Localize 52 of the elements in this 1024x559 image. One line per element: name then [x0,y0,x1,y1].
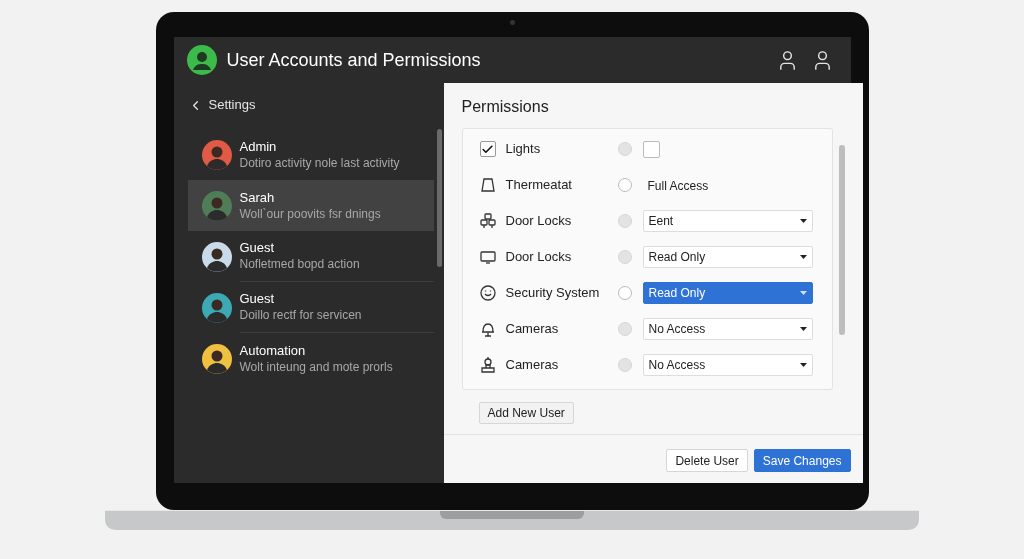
add-user-button[interactable]: Add New User [478,402,574,424]
permission-label: Door Locks [505,212,573,231]
scrollbar[interactable] [838,145,845,335]
permission-label: Cameras [505,320,560,339]
user-list-item[interactable]: Guest Doillo rectf for servicen [187,282,434,333]
access-text: Full Access [646,179,709,193]
caret-icon [799,291,807,295]
user-logo-icon [186,45,217,75]
user-list-item[interactable]: Sarah Woll`our poovits fsr dnings [187,180,434,231]
user-detail: Wolt inteung and mote prorls [239,358,394,375]
delete-button[interactable]: Delete User [666,449,748,472]
access-dropdown[interactable]: Read Only [642,282,813,304]
permission-label: Door Locks [505,248,573,267]
user-name: Guest [239,240,276,256]
permission-label: Thermeatat [505,176,573,195]
access-dropdown[interactable]: No Access [642,354,813,376]
access-dropdown[interactable]: Eent [642,210,813,232]
user-detail: Woll`our poovits fsr dnings [239,205,382,222]
radio-button[interactable] [617,286,632,300]
back-link[interactable]: Settings [187,95,256,115]
scrollbar[interactable] [436,129,442,267]
caret-icon [799,363,807,367]
window-title: User Accounts and Permissions [226,48,481,72]
permission-label: Cameras [505,356,560,375]
caret-icon [799,219,807,223]
user-name: Sarah [239,189,276,206]
user-detail: Nofletmed bopd action [239,256,361,272]
access-dropdown[interactable]: No Access [642,318,813,340]
user-name: Automation [239,342,307,359]
camera-icon [509,20,515,25]
user-list-item[interactable]: Guest Nofletmed bopd action [187,231,434,282]
checkbox[interactable] [479,141,496,157]
caret-icon [799,255,807,259]
radio-button[interactable] [617,178,632,192]
save-button[interactable]: Save Changes [753,449,851,472]
permission-label: Lights [505,140,542,159]
user-name: Guest [239,291,276,307]
user-list-item[interactable]: Automation Wolt inteung and mote prorls [187,333,434,384]
caret-icon [799,327,807,331]
access-dropdown[interactable]: Read Only [642,246,813,268]
user-detail: Dotiro activity nole last activity [239,154,401,171]
permission-label: Security System [505,284,601,303]
checkbox[interactable] [642,140,660,158]
user-detail: Doillo rectf for servicen [239,307,363,323]
user-name: Admin [239,138,278,155]
monitor-icon [478,248,497,266]
panel-title: Permissions [461,97,550,117]
user-list-item[interactable]: Admin Dotiro activity nole last activity [187,129,434,180]
webcam-icon [478,356,497,374]
smiley-icon [478,284,497,302]
lampshade-icon [478,176,497,194]
cluster-icon [478,212,497,230]
